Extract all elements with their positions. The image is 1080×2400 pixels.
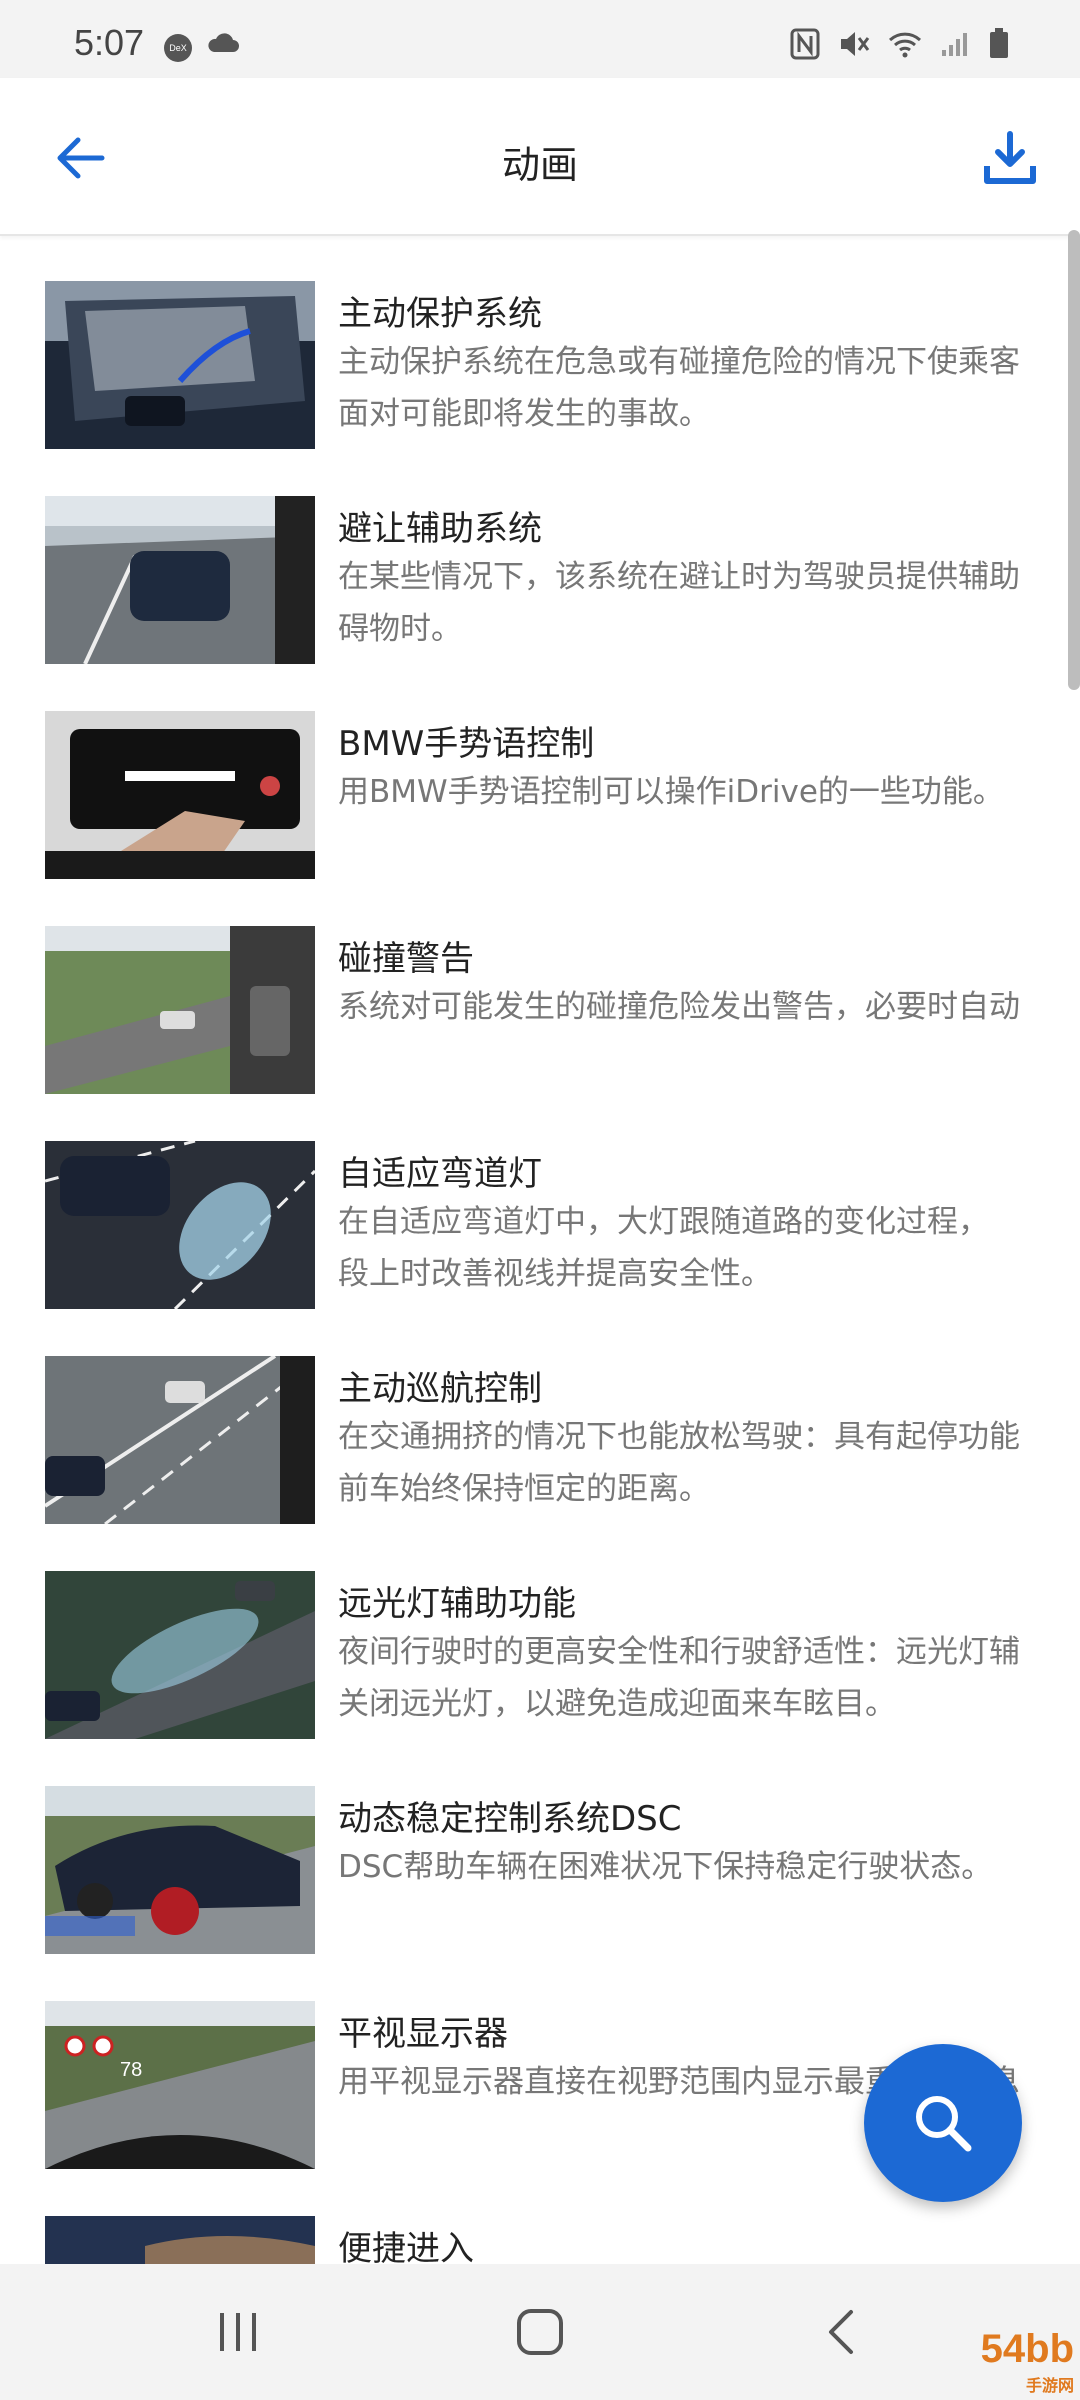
- back-chevron-icon: [829, 2310, 853, 2354]
- item-title: 自适应弯道灯: [338, 1154, 542, 1194]
- list-item[interactable]: 动态稳定控制系统DSC DSC帮助车辆在困难状况下保持稳定行驶状态。: [0, 1741, 1080, 1956]
- item-title: 碰撞警告: [338, 939, 474, 979]
- item-description: 在自适应弯道灯中，大灯跟随道路的变化过程， 段上时改善视线并提高安全性。: [338, 1204, 989, 1292]
- svg-text:78: 78: [120, 2059, 142, 2081]
- scrollbar[interactable]: [1068, 230, 1080, 690]
- signal-icon: [942, 33, 967, 56]
- animation-list: 主动保护系统 主动保护系统在危急或有碰撞危险的情况下使乘客 面对可能即将发生的事故…: [0, 236, 1080, 2264]
- recents-icon: [220, 2313, 256, 2351]
- item-description: 夜间行驶时的更高安全性和行驶舒适性：远光灯辅 关闭远光灯，以避免造成迎面来车眩目。: [338, 1634, 1020, 1722]
- home-button[interactable]: [490, 2292, 590, 2372]
- item-title: 远光灯辅助功能: [338, 1584, 576, 1624]
- item-title: 平视显示器: [338, 2014, 508, 2054]
- app-bar: 动画: [0, 78, 1080, 236]
- list-item[interactable]: 避让辅助系统 在某些情况下，该系统在避让时为驾驶员提供辅助 碍物时。: [0, 451, 1080, 666]
- status-icons: [790, 28, 1010, 60]
- thumbnail-gesture-control: [45, 711, 315, 879]
- home-icon: [517, 2309, 563, 2355]
- thumbnail-comfort-access: [45, 2216, 315, 2264]
- download-button[interactable]: [970, 118, 1050, 198]
- list-item[interactable]: 主动巡航控制 在交通拥挤的情况下也能放松驾驶：具有起停功能 前车始终保持恒定的距离…: [0, 1311, 1080, 1526]
- thumbnail-head-up-display: 78: [45, 2001, 315, 2169]
- nfc-icon: [790, 28, 820, 60]
- thumbnail-dsc: [45, 1786, 315, 1954]
- battery-icon: [990, 28, 1008, 58]
- cloud-icon: [208, 33, 239, 52]
- item-description: 在交通拥挤的情况下也能放松驾驶：具有起停功能 前车始终保持恒定的距离。: [338, 1419, 1020, 1507]
- item-title: 主动巡航控制: [338, 1369, 542, 1409]
- list-item[interactable]: 主动保护系统 主动保护系统在危急或有碰撞危险的情况下使乘客 面对可能即将发生的事故…: [0, 236, 1080, 451]
- thumbnail-active-cruise-control: [45, 1356, 315, 1524]
- item-title: 主动保护系统: [338, 294, 542, 334]
- thumbnail-high-beam-assistant: [45, 1571, 315, 1739]
- status-bar: 5:07 DeX: [0, 0, 1080, 78]
- search-button[interactable]: [864, 2044, 1022, 2202]
- nav-back-button[interactable]: [790, 2292, 890, 2372]
- item-title: 避让辅助系统: [338, 509, 542, 549]
- watermark-logo: 54bb 手游网: [980, 2327, 1074, 2395]
- item-description: 主动保护系统在危急或有碰撞危险的情况下使乘客 面对可能即将发生的事故。: [338, 344, 1020, 432]
- item-title: BMW手势语控制: [338, 724, 595, 764]
- item-title: 动态稳定控制系统DSC: [338, 1799, 682, 1839]
- list-item[interactable]: 碰撞警告 系统对可能发生的碰撞危险发出警告，必要时自动: [0, 881, 1080, 1096]
- download-icon: [984, 131, 1036, 184]
- system-nav-bar: 54bb 手游网: [0, 2264, 1080, 2400]
- thumbnail-evasion-assistant: [45, 496, 315, 664]
- item-description: 用BMW手势语控制可以操作iDrive的一些功能。: [338, 774, 1004, 810]
- thumbnail-collision-warning: [45, 926, 315, 1094]
- mute-icon: [841, 32, 870, 56]
- item-description: 在某些情况下，该系统在避让时为驾驶员提供辅助 碍物时。: [338, 559, 1020, 647]
- list-item[interactable]: 自适应弯道灯 在自适应弯道灯中，大灯跟随道路的变化过程， 段上时改善视线并提高安全…: [0, 1096, 1080, 1311]
- recents-button[interactable]: [188, 2292, 288, 2372]
- wifi-icon: [888, 32, 922, 58]
- dex-icon: DeX: [164, 34, 192, 62]
- list-item[interactable]: 远光灯辅助功能 夜间行驶时的更高安全性和行驶舒适性：远光灯辅 关闭远光灯，以避免造…: [0, 1526, 1080, 1741]
- item-title: 便捷进入: [338, 2229, 474, 2264]
- item-description: 系统对可能发生的碰撞危险发出警告，必要时自动: [338, 989, 1020, 1025]
- list-item[interactable]: BMW手势语控制 用BMW手势语控制可以操作iDrive的一些功能。: [0, 666, 1080, 881]
- thumbnail-active-protection: [45, 281, 315, 449]
- status-time: 5:07: [74, 22, 145, 63]
- search-icon: [916, 2096, 972, 2152]
- thumbnail-adaptive-headlights: [45, 1141, 315, 1309]
- item-description: DSC帮助车辆在困难状况下保持稳定行驶状态。: [338, 1849, 993, 1885]
- page-title: 动画: [501, 143, 578, 187]
